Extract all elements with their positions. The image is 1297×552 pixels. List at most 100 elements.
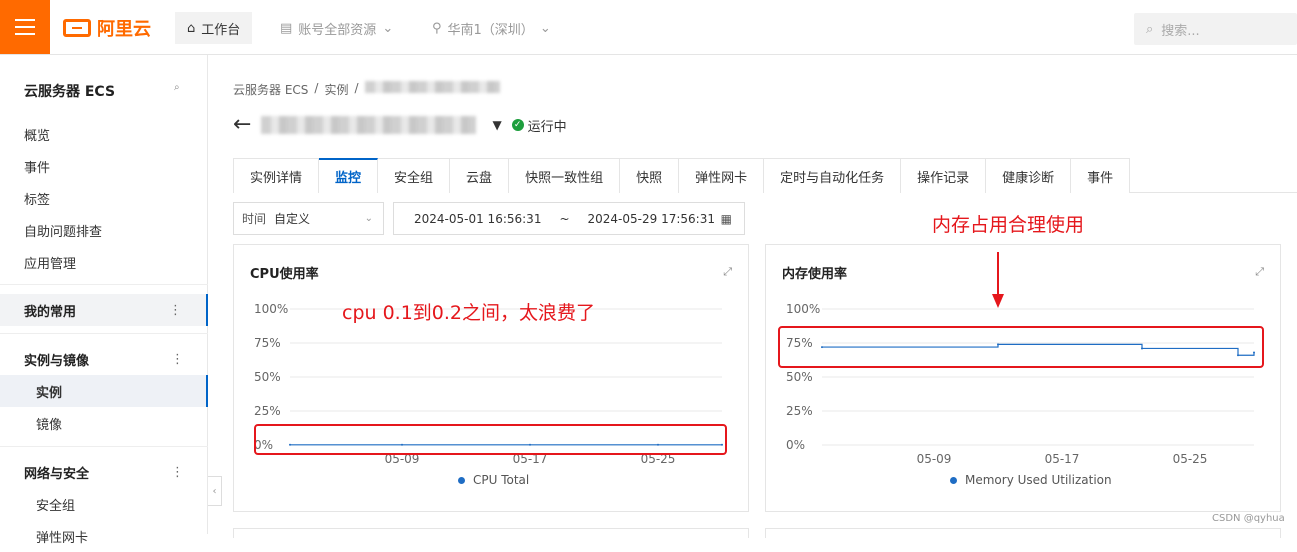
sidebar-item-apps[interactable]: 应用管理 bbox=[24, 253, 76, 272]
date-range-picker[interactable]: 2024-05-01 16:56:31 ~ 2024-05-29 17:56:3… bbox=[393, 202, 745, 235]
redacted-instance-name bbox=[261, 116, 477, 134]
sidebar-section-network[interactable]: 网络与安全 ⋮ bbox=[0, 456, 208, 488]
legend-marker bbox=[458, 476, 465, 484]
breadcrumb-sep: / bbox=[354, 81, 359, 95]
sidebar-item-security-group[interactable]: 安全组 bbox=[0, 488, 208, 520]
workbench-label: 工作台 bbox=[201, 22, 241, 38]
sidebar-item-overview[interactable]: 概览 bbox=[24, 125, 50, 144]
redacted-instance-id bbox=[364, 81, 500, 93]
breadcrumb-sep: / bbox=[314, 81, 319, 95]
status-text: 运行中 bbox=[527, 119, 567, 135]
x-tick-label: 05-09 bbox=[917, 452, 952, 466]
more-icon[interactable]: ⋮ bbox=[171, 465, 184, 480]
instance-title-row: ← ▼ ✓ 运行中 bbox=[233, 113, 567, 137]
tab-security-group[interactable]: 安全组 bbox=[378, 158, 451, 193]
end-date: 2024-05-29 17:56:31 bbox=[587, 211, 715, 226]
sidebar-item-image[interactable]: 镜像 bbox=[0, 407, 208, 439]
back-arrow-icon[interactable]: ← bbox=[233, 114, 251, 136]
legend-marker bbox=[950, 476, 957, 484]
cpu-highlight-box bbox=[254, 424, 727, 455]
breadcrumb-instance[interactable]: 实例 bbox=[324, 81, 348, 98]
more-icon[interactable]: ⋮ bbox=[171, 352, 184, 367]
tab-details[interactable]: 实例详情 bbox=[233, 158, 320, 193]
search-placeholder: 搜索... bbox=[1161, 23, 1200, 39]
cpu-annotation: cpu 0.1到0.2之间，太浪费了 bbox=[342, 302, 596, 324]
divider bbox=[0, 333, 208, 334]
y-tick-label: 50% bbox=[786, 370, 813, 384]
x-tick-label: 05-17 bbox=[1045, 452, 1080, 466]
sidebar-item-tags[interactable]: 标签 bbox=[24, 189, 50, 208]
menu-button[interactable] bbox=[0, 0, 50, 54]
brand-text: 阿里云 bbox=[97, 19, 151, 40]
sidebar-item-events[interactable]: 事件 bbox=[24, 157, 50, 176]
tab-bar: 实例详情 监控 安全组 云盘 快照一致性组 快照 弹性网卡 定时与自动化任务 操… bbox=[233, 158, 1297, 193]
legend-label: CPU Total bbox=[473, 473, 530, 487]
memory-highlight-box bbox=[778, 326, 1264, 368]
status-badge: ✓ 运行中 bbox=[511, 116, 567, 135]
tab-events[interactable]: 事件 bbox=[1071, 158, 1131, 193]
region-dropdown[interactable]: ⚲ 华南1（深圳） ⌄ bbox=[420, 12, 563, 44]
sidebar-item-instance[interactable]: 实例 bbox=[0, 375, 208, 407]
breadcrumb-ecs[interactable]: 云服务器 ECS bbox=[233, 81, 308, 98]
calendar-icon: ▦ bbox=[720, 211, 732, 226]
collapse-sidebar-button[interactable]: ‹ bbox=[208, 476, 222, 506]
search-input[interactable]: ⌕ 搜索... bbox=[1134, 13, 1297, 45]
workbench-button[interactable]: ⌂ 工作台 bbox=[175, 12, 253, 44]
tab-snapshots[interactable]: 快照 bbox=[620, 158, 680, 193]
annotation-arrow-icon bbox=[992, 252, 1004, 308]
time-value: 自定义 bbox=[274, 212, 311, 226]
tab-eni[interactable]: 弹性网卡 bbox=[679, 158, 765, 193]
date-separator: ~ bbox=[559, 211, 570, 226]
sidebar: 云服务器 ECS ⌕ 概览 事件 标签 自助问题排查 应用管理 我的常用 ⋮ 实… bbox=[0, 55, 208, 546]
tab-operation-logs[interactable]: 操作记录 bbox=[901, 158, 987, 193]
divider bbox=[0, 446, 208, 447]
sidebar-section-instances[interactable]: 实例与镜像 ⋮ bbox=[0, 343, 208, 375]
sidebar-search-icon[interactable]: ⌕ bbox=[174, 82, 180, 93]
chevron-down-icon: ⌄ bbox=[382, 20, 394, 36]
x-tick-label: 05-25 bbox=[1173, 452, 1208, 466]
tab-health[interactable]: 健康诊断 bbox=[986, 158, 1072, 193]
top-bar: 阿里云 ⌂ 工作台 ▤ 账号全部资源 ⌄ ⚲ 华南1（深圳） ⌄ ⌕ 搜索... bbox=[0, 0, 1297, 55]
y-tick-label: 25% bbox=[786, 404, 813, 418]
y-tick-label: 100% bbox=[254, 302, 288, 316]
cpu-chart-card: CPU使用率 ⤢ 100% 75% 50% 25% 0% 05-09 05-17 05-25 … bbox=[233, 244, 749, 512]
chevron-down-icon: ⌄ bbox=[364, 213, 373, 224]
sidebar-item-eni[interactable]: 弹性网卡 bbox=[0, 520, 208, 552]
aliyun-logo[interactable]: 阿里云 bbox=[63, 16, 151, 40]
watermark: CSDN @qyhua bbox=[1212, 513, 1285, 524]
sidebar-title: 云服务器 ECS bbox=[24, 84, 116, 100]
breadcrumb: 云服务器 ECS / 实例 / bbox=[233, 81, 500, 98]
chevron-down-icon: ⌄ bbox=[539, 20, 551, 36]
tab-snapshot-group[interactable]: 快照一致性组 bbox=[509, 158, 621, 193]
memory-annotation: 内存占用合理使用 bbox=[932, 214, 1085, 236]
legend-label: Memory Used Utilization bbox=[965, 473, 1112, 487]
search-icon: ⌕ bbox=[1146, 21, 1154, 37]
account-resources-dropdown[interactable]: ▤ 账号全部资源 ⌄ bbox=[268, 12, 405, 44]
home-icon: ⌂ bbox=[187, 20, 196, 36]
caret-down-icon[interactable]: ▼ bbox=[492, 118, 501, 132]
cpu-legend: CPU Total bbox=[458, 473, 529, 487]
tab-disks[interactable]: 云盘 bbox=[450, 158, 510, 193]
time-label: 时间 bbox=[242, 212, 267, 226]
tab-monitoring[interactable]: 监控 bbox=[319, 158, 379, 193]
check-icon: ✓ bbox=[511, 119, 524, 131]
sidebar-item-troubleshoot[interactable]: 自助问题排查 bbox=[24, 221, 102, 240]
section-label: 我的常用 bbox=[24, 304, 77, 320]
start-date: 2024-05-01 16:56:31 bbox=[414, 211, 542, 226]
divider bbox=[0, 284, 208, 285]
more-icon[interactable]: ⋮ bbox=[169, 303, 182, 318]
y-tick-label: 25% bbox=[254, 404, 281, 418]
time-range-select[interactable]: 时间 自定义 ⌄ bbox=[233, 202, 384, 235]
sidebar-section-favorites[interactable]: 我的常用 ⋮ bbox=[0, 294, 208, 326]
location-icon: ⚲ bbox=[432, 20, 442, 36]
tab-scheduled-tasks[interactable]: 定时与自动化任务 bbox=[764, 158, 902, 193]
y-tick-label: 0% bbox=[786, 438, 805, 452]
y-tick-label: 75% bbox=[254, 336, 281, 350]
memory-legend: Memory Used Utilization bbox=[950, 473, 1112, 487]
chart-card bbox=[765, 528, 1281, 538]
y-tick-label: 100% bbox=[786, 302, 820, 316]
section-label: 实例与镜像 bbox=[24, 353, 90, 369]
memory-chart-card: 内存使用率 ⤢ 100% 75% 50% 25% 0% 05-09 05-17 05-25 M… bbox=[765, 244, 1281, 512]
account-label: 账号全部资源 bbox=[298, 22, 377, 38]
section-label: 网络与安全 bbox=[24, 466, 90, 482]
